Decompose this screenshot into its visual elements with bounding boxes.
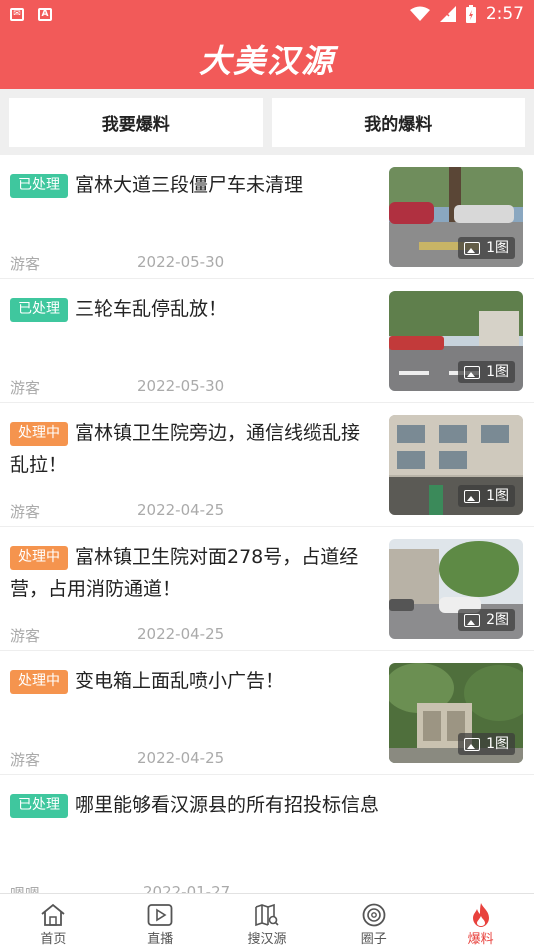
image-count: 1图 [458, 485, 515, 507]
image-count-label: 1图 [486, 240, 509, 256]
item-title-wrap: 已处理 哪里能够看汉源县的所有招投标信息 [10, 789, 510, 821]
item-title-wrap: 已处理 三轮车乱停乱放！ [10, 293, 370, 325]
nav-label: 圈子 [360, 932, 387, 947]
signal-icon [439, 6, 456, 22]
image-count-label: 2图 [486, 612, 509, 628]
bottom-nav: 首页 直播 搜汉源 圈子 爆料 [0, 893, 534, 950]
app-title: 大美汉源 [198, 42, 335, 80]
item-thumbnail[interactable]: 1图 [389, 663, 523, 763]
status-bar: ✉ A 2:57 [0, 0, 534, 28]
item-title: 三轮车乱停乱放！ [75, 298, 228, 320]
item-thumbnail[interactable]: 1图 [389, 291, 523, 391]
item-user: 游客 [10, 627, 41, 645]
item-user: 游客 [10, 751, 41, 769]
list-item[interactable]: 已处理 富林大道三段僵尸车未清理 游客 2022-05-30 1图 [0, 155, 534, 279]
item-date: 2022-01-27 [143, 883, 231, 893]
item-title: 变电箱上面乱喷小广告！ [75, 670, 285, 692]
map-search-icon [255, 903, 279, 927]
report-list: 已处理 富林大道三段僵尸车未清理 游客 2022-05-30 1图 已处理 三轮车乱… [0, 155, 534, 893]
item-user: 游客 [10, 503, 41, 521]
nav-item-report[interactable]: 爆料 [427, 894, 534, 950]
nav-label: 爆料 [467, 932, 494, 947]
item-date: 2022-04-25 [137, 749, 225, 767]
image-count: 2图 [458, 609, 515, 631]
item-thumbnail[interactable]: 2图 [389, 539, 523, 639]
nav-label: 直播 [147, 932, 174, 947]
home-icon [41, 903, 65, 926]
item-date: 2022-04-25 [137, 501, 225, 519]
circle-icon [362, 903, 386, 927]
nav-label: 首页 [40, 932, 67, 947]
tab-bar: 我要爆料 我的爆料 [0, 89, 534, 155]
status-badge: 已处理 [10, 298, 68, 322]
item-user: 游客 [10, 255, 41, 273]
status-badge: 处理中 [10, 422, 68, 446]
image-icon [464, 365, 481, 379]
tab-my-reports[interactable]: 我的爆料 [271, 98, 525, 147]
battery-icon [465, 5, 476, 23]
image-count: 1图 [458, 237, 515, 259]
mail-icon: ✉ [10, 7, 24, 21]
item-date: 2022-05-30 [137, 377, 225, 395]
image-count-label: 1图 [486, 736, 509, 752]
wifi-icon [409, 6, 430, 21]
nav-label: 搜汉源 [247, 932, 287, 947]
image-icon [464, 737, 481, 751]
status-time: 2:57 [485, 4, 524, 24]
item-user: 嗯嗯 [10, 883, 40, 893]
status-badge: 已处理 [10, 174, 68, 198]
nav-item-search-hanyuan[interactable]: 搜汉源 [214, 894, 321, 950]
item-title-wrap: 处理中 富林镇卫生院旁边，通信线缆乱接乱拉！ [10, 417, 370, 481]
flame-icon [472, 903, 489, 927]
item-date: 2022-05-30 [137, 253, 225, 271]
item-title: 哪里能够看汉源县的所有招投标信息 [75, 794, 380, 816]
image-count: 1图 [458, 733, 515, 755]
image-count-label: 1图 [486, 364, 509, 380]
item-title-wrap: 处理中 富林镇卫生院对面278号，占道经营，占用消防通道！ [10, 541, 370, 605]
status-badge: 处理中 [10, 670, 68, 694]
image-count: 1图 [458, 361, 515, 383]
play-icon [147, 904, 173, 926]
image-count-label: 1图 [486, 488, 509, 504]
list-item[interactable]: 已处理哪里能够看汉源县的所有招投标信息 嗯嗯 2022-01-27 [0, 775, 534, 893]
item-thumbnail[interactable]: 1图 [389, 415, 523, 515]
item-user: 游客 [10, 379, 41, 397]
nav-item-home[interactable]: 首页 [0, 894, 107, 950]
app-header: ✉ A 2:57 大美汉源 [0, 0, 534, 89]
tab-submit-report[interactable]: 我要爆料 [9, 98, 263, 147]
list-item[interactable]: 已处理 三轮车乱停乱放！ 游客 2022-05-30 1图 [0, 279, 534, 403]
item-date: 2022-04-25 [137, 625, 225, 643]
list-item[interactable]: 处理中 变电箱上面乱喷小广告！ 游客 2022-04-25 1图 [0, 651, 534, 775]
status-badge: 已处理 [10, 794, 68, 818]
item-thumbnail[interactable]: 1图 [389, 167, 523, 267]
item-title: 富林大道三段僵尸车未清理 [75, 174, 304, 196]
status-badge: 处理中 [10, 546, 68, 570]
nav-item-live[interactable]: 直播 [107, 894, 214, 950]
nav-item-circle[interactable]: 圈子 [320, 894, 427, 950]
image-icon [464, 489, 481, 503]
a-icon: A [38, 7, 52, 21]
list-item[interactable]: 处理中 富林镇卫生院旁边，通信线缆乱接乱拉！ 游客 2022-04-25 1图 [0, 403, 534, 527]
image-icon [464, 241, 481, 255]
item-title-wrap: 处理中 变电箱上面乱喷小广告！ [10, 665, 370, 697]
list-item[interactable]: 处理中 富林镇卫生院对面278号，占道经营，占用消防通道！ 游客 2022-04-… [0, 527, 534, 651]
image-icon [464, 613, 481, 627]
item-title-wrap: 已处理 富林大道三段僵尸车未清理 [10, 169, 370, 201]
